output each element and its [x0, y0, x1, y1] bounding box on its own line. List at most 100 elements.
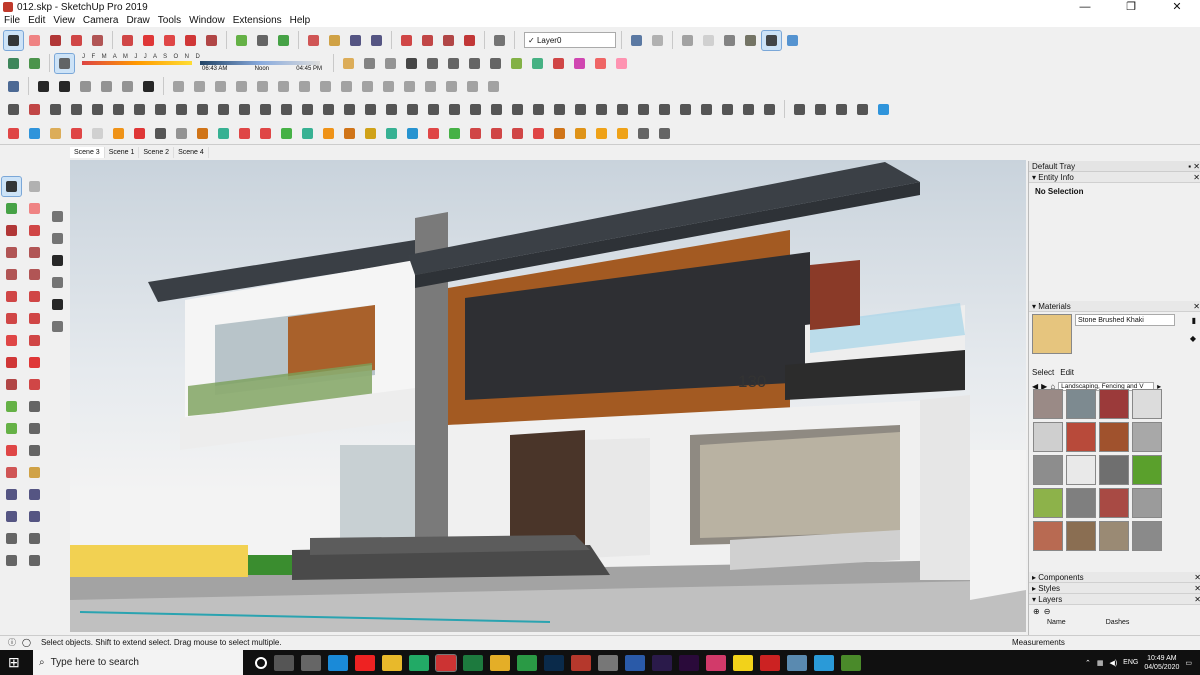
tray-chevron-icon[interactable]: ⌃ [1085, 659, 1091, 667]
material-swatch[interactable] [1066, 389, 1096, 419]
plugin-1-icon[interactable] [4, 124, 23, 143]
notifications-icon[interactable]: ▭ [1185, 659, 1192, 667]
plugin-9-icon[interactable] [172, 124, 191, 143]
share-model-icon[interactable] [418, 31, 437, 50]
add-layer-icon[interactable]: ⊕ [1033, 607, 1040, 617]
line-left-icon[interactable] [2, 221, 21, 240]
plugin-23-icon[interactable] [466, 124, 485, 143]
axes-icon[interactable] [2, 441, 21, 460]
plugin-29-icon[interactable] [592, 124, 611, 143]
tab-scene-3[interactable]: Scene 3 [70, 147, 105, 158]
render-4-icon[interactable] [853, 100, 872, 119]
rectangle-tool-icon[interactable] [88, 31, 107, 50]
sticky-notes-icon[interactable] [733, 654, 753, 671]
look-around-icon[interactable] [381, 54, 400, 73]
push-pull-left-icon[interactable] [25, 331, 44, 350]
edge-tool-20-icon[interactable] [466, 100, 485, 119]
menu-file[interactable]: File [0, 15, 24, 26]
excel-icon[interactable] [463, 654, 483, 671]
after-effects-icon[interactable] [652, 654, 672, 671]
home-icon[interactable] [48, 251, 67, 270]
solid-5-icon[interactable] [253, 77, 272, 96]
components-section[interactable]: ▸ Components ✕ [1029, 572, 1200, 583]
solid-1-icon[interactable] [169, 77, 188, 96]
material-name-field[interactable]: Stone Brushed Khaki [1075, 314, 1175, 326]
menu-extensions[interactable]: Extensions [229, 15, 286, 26]
chrome-icon[interactable] [490, 654, 510, 671]
zoom-left-icon[interactable] [2, 485, 21, 504]
zoom-extents-icon[interactable] [367, 31, 386, 50]
zoom-icon[interactable] [346, 31, 365, 50]
solid-9-icon[interactable] [337, 77, 356, 96]
text-left-icon[interactable] [25, 419, 44, 438]
edge-tool-14-icon[interactable] [340, 100, 359, 119]
plugin-22-icon[interactable] [445, 124, 464, 143]
solid-13-icon[interactable] [421, 77, 440, 96]
word-icon[interactable] [625, 654, 645, 671]
zoom-window-icon[interactable] [25, 485, 44, 504]
components-close-icon[interactable]: ✕ [1194, 572, 1200, 582]
sketchup-taskbar-icon[interactable] [435, 653, 457, 672]
edge-tool-22-icon[interactable] [508, 100, 527, 119]
plugin-11-icon[interactable] [214, 124, 233, 143]
tab-scene-2[interactable]: Scene 2 [139, 147, 175, 158]
section-plane-left-icon[interactable] [25, 551, 44, 570]
stamp-icon[interactable] [25, 54, 44, 73]
display-shadows-icon[interactable] [54, 52, 75, 74]
opera-icon[interactable] [355, 654, 375, 671]
extension-warehouse-icon[interactable] [439, 31, 458, 50]
monochrome-style-icon[interactable] [761, 29, 782, 51]
plugin-2-icon[interactable] [25, 124, 44, 143]
edge-tool-16-icon[interactable] [382, 100, 401, 119]
render-1-icon[interactable] [790, 100, 809, 119]
plugin-24-icon[interactable] [487, 124, 506, 143]
edge-tool-24-icon[interactable] [550, 100, 569, 119]
sandbox-icon[interactable] [4, 54, 23, 73]
edge-tool-23-icon[interactable] [529, 100, 548, 119]
user-account-icon[interactable] [490, 31, 509, 50]
material-swatch[interactable] [1066, 488, 1096, 518]
edge-tool-31-icon[interactable] [697, 100, 716, 119]
shadow-settings[interactable]: J F M A M J J A S O N D 06:43 AM Noon 04… [82, 54, 322, 72]
plugin-12-icon[interactable] [235, 124, 254, 143]
rotate-left-icon[interactable] [2, 353, 21, 372]
side-tool-1-icon[interactable] [48, 207, 67, 226]
tray-pin-icon[interactable]: ▪ [1188, 162, 1191, 171]
edge-tool-18-icon[interactable] [424, 100, 443, 119]
model-info-icon[interactable] [4, 77, 23, 96]
material-create-icon[interactable]: ▮ [1192, 316, 1196, 325]
circle-icon[interactable] [2, 265, 21, 284]
tray-close-icon[interactable]: ✕ [1193, 162, 1200, 171]
app-grey-icon[interactable] [598, 654, 618, 671]
orbit-icon[interactable] [304, 31, 323, 50]
3d-text-icon[interactable] [25, 441, 44, 460]
material-paint-icon[interactable]: ◆ [1190, 334, 1196, 343]
polygon-icon[interactable] [25, 265, 44, 284]
edge-tool-27-icon[interactable] [613, 100, 632, 119]
calculator-icon[interactable] [301, 654, 321, 671]
edge-tool-30-icon[interactable] [676, 100, 695, 119]
warehouse-icon[interactable] [397, 31, 416, 50]
material-swatch[interactable] [1033, 389, 1063, 419]
menu-draw[interactable]: Draw [122, 15, 153, 26]
edge-icon[interactable] [328, 654, 348, 671]
volume-icon[interactable]: ◀) [1109, 659, 1117, 667]
telegram-icon[interactable] [814, 654, 834, 671]
material-swatch[interactable] [1033, 521, 1063, 551]
move-left-icon[interactable] [2, 331, 21, 350]
plugin-13-icon[interactable] [256, 124, 275, 143]
edge-tool-29-icon[interactable] [655, 100, 674, 119]
material-swatch[interactable] [1132, 521, 1162, 551]
gear-icon[interactable] [139, 77, 158, 96]
follow-me-icon[interactable] [139, 31, 158, 50]
edge-tool-12-icon[interactable] [298, 100, 317, 119]
delete-layer-icon[interactable]: ⊖ [1044, 607, 1051, 617]
taskbar-search[interactable]: ⌕ Type here to search [33, 650, 243, 675]
menu-camera[interactable]: Camera [79, 15, 123, 26]
move-tool-icon[interactable] [160, 31, 179, 50]
edge-tool-7-icon[interactable] [193, 100, 212, 119]
fredo-tool-1-icon[interactable] [549, 54, 568, 73]
minimize-icon[interactable]: — [1062, 0, 1108, 14]
round-corner-icon[interactable] [507, 54, 526, 73]
styles-section[interactable]: ▸ Styles ✕ [1029, 583, 1200, 594]
